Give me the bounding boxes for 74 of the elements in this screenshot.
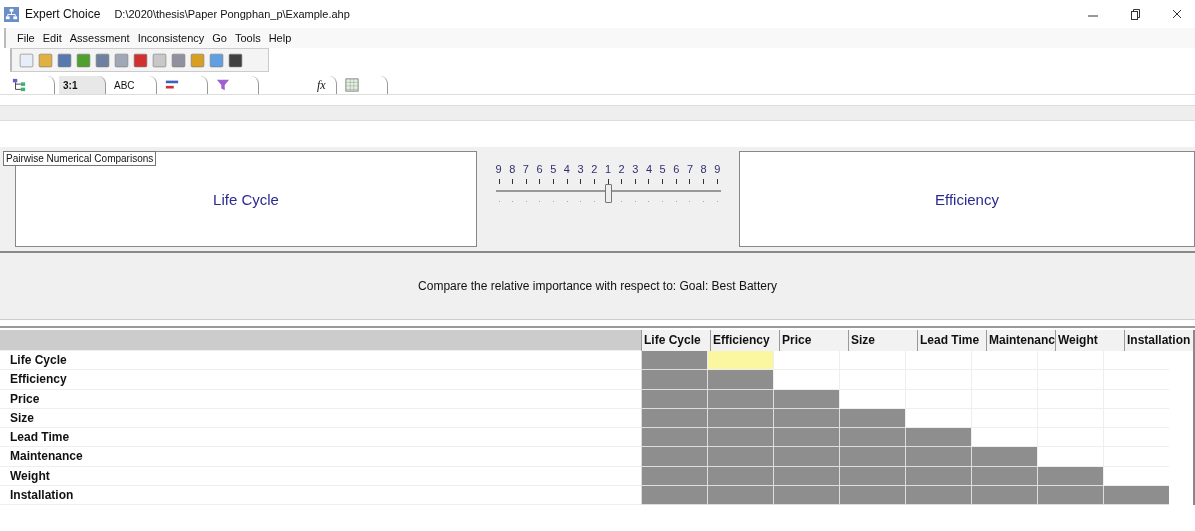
matrix-cell[interactable] [1103,447,1169,467]
scale-number: 6 [673,163,680,175]
column-header: Size [848,330,917,351]
scale-number: 9 [495,163,502,175]
view-tab[interactable]: 3:1 [59,76,106,94]
column-header: Life Cycle [641,330,710,351]
menu-item[interactable]: Go [211,32,228,44]
scale-number: 7 [686,163,694,175]
menu-item[interactable]: Assessment [68,32,131,44]
scale-number: 3 [632,163,639,175]
scale-number: 4 [563,163,570,175]
funnel-icon [216,78,230,92]
comparison-prompt: Compare the relative importance with respect to: Goal: Best Battery [418,279,777,293]
bars-icon [165,78,179,92]
tree-icon [12,78,26,92]
app-name: Expert Choice [25,7,101,21]
matrix-cell[interactable] [1037,447,1103,467]
scale-number: 4 [645,163,652,175]
scale-number: 6 [536,163,543,175]
matrix-cell[interactable] [839,351,905,371]
matrix-cell[interactable] [839,389,905,409]
column-header: Price [779,330,848,351]
row-header: Installation [0,486,641,506]
scale-number: 2 [591,163,598,175]
scale-number: 7 [522,163,529,175]
column-header: Maintenanc [986,330,1055,351]
scrollbar[interactable] [1193,330,1195,506]
menu-item[interactable]: Help [267,32,293,44]
column-header: Weight [1055,330,1124,351]
matrix-cell[interactable] [707,351,773,371]
matrix-cell[interactable] [905,351,971,371]
scale-number: 5 [659,163,666,175]
app-icon [4,6,19,22]
row-header: Size [0,408,641,429]
menu-item[interactable]: Edit [41,32,63,44]
scale-number: 2 [618,163,625,175]
menu-item[interactable]: Inconsistency [136,32,206,44]
matrix-cell[interactable] [839,370,905,390]
matrix-cell[interactable] [1103,351,1169,371]
left-item-label: Life Cycle [213,190,279,208]
matrix-cell[interactable] [1103,466,1169,487]
column-header: Lead Time [917,330,986,351]
row-header: Price [0,389,641,409]
column-header: Efficiency [710,330,779,351]
scale-number: 3 [577,163,584,175]
row-header: Lead Time [0,428,641,448]
row-header: Maintenance [0,447,641,467]
grid-icon [344,78,359,92]
scale-number: 8 [700,163,707,175]
close-icon[interactable] [1171,8,1183,20]
scale-number: 8 [509,163,516,175]
right-item-label: Efficiency [935,190,999,208]
slider-thumb[interactable] [605,184,612,203]
matrix-cell[interactable] [971,351,1037,371]
row-header: Efficiency [0,370,641,390]
row-header: Weight [0,466,641,487]
scale-number: 9 [714,163,721,175]
row-header: Life Cycle [0,351,641,371]
menu-item[interactable]: Tools [233,32,262,44]
matrix-cell[interactable] [905,389,971,409]
matrix-cell[interactable] [1037,428,1103,448]
matrix-cell[interactable] [773,370,839,390]
tooltip: Pairwise Numerical Comparisons [3,151,157,166]
matrix-cell[interactable] [971,408,1037,429]
matrix-cell[interactable] [773,351,839,371]
menu-item[interactable]: File [16,32,36,44]
matrix-cell[interactable] [1037,351,1103,371]
scale-number: 5 [550,163,557,175]
file-path: D:\2020\thesis\Paper Pongphan_p\Example.ahp [114,8,350,20]
matrix-cell[interactable] [971,428,1037,448]
column-header: Installation [1124,330,1193,351]
scale-number: 1 [604,163,611,175]
restore-icon[interactable] [1129,8,1141,20]
matrix-cell[interactable] [905,408,971,429]
